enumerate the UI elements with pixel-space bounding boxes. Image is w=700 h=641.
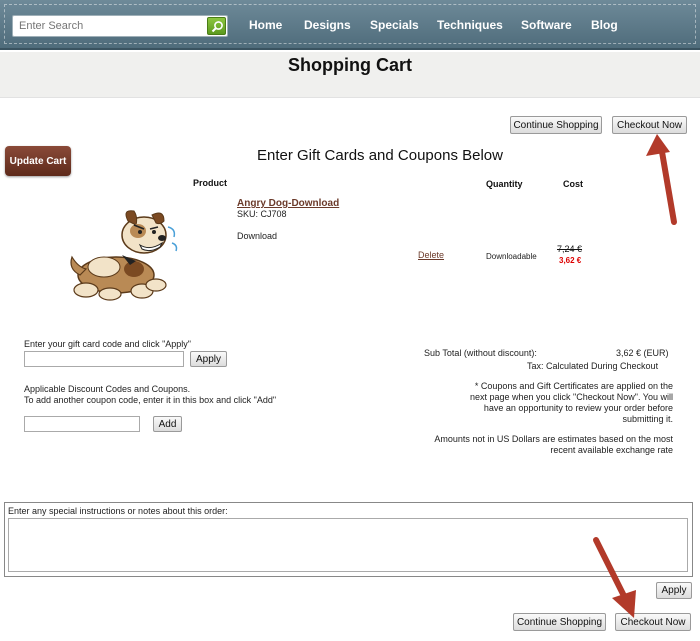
nav-home[interactable]: Home bbox=[249, 18, 282, 32]
product-sku: SKU: CJ708 bbox=[237, 209, 287, 219]
gift-card-label: Enter your gift card code and click "App… bbox=[24, 339, 191, 349]
product-type: Download bbox=[237, 231, 278, 241]
gift-coupons-heading: Enter Gift Cards and Coupons Below bbox=[257, 147, 503, 164]
search-icon bbox=[211, 21, 223, 33]
coupon-add-button[interactable]: Add bbox=[153, 416, 182, 432]
coupon-note-line: submitting it. bbox=[622, 414, 673, 424]
subtotal-label: Sub Total (without discount): bbox=[424, 348, 537, 358]
order-notes-textarea[interactable] bbox=[8, 518, 688, 572]
notes-apply-button[interactable]: Apply bbox=[656, 582, 692, 599]
nav-designs[interactable]: Designs bbox=[304, 18, 351, 32]
continue-shopping-button[interactable]: Continue Shopping bbox=[510, 116, 602, 134]
coupon-code-input[interactable] bbox=[24, 416, 140, 432]
gift-card-input[interactable] bbox=[24, 351, 184, 367]
top-navigation-bar: Home Designs Specials Techniques Softwar… bbox=[0, 0, 700, 50]
nav-blog[interactable]: Blog bbox=[591, 18, 618, 32]
gift-apply-button[interactable]: Apply bbox=[190, 351, 227, 367]
currency-note-line: recent available exchange rate bbox=[550, 445, 673, 455]
tax-info: Tax: Calculated During Checkout bbox=[527, 361, 659, 371]
checkout-now-button[interactable]: Checkout Now bbox=[612, 116, 687, 134]
product-name-link[interactable]: Angry Dog-Download bbox=[237, 198, 339, 209]
subtotal-value: 3,62 € (EUR) bbox=[616, 348, 669, 358]
nav-software[interactable]: Software bbox=[521, 18, 572, 32]
coupon-note: * Coupons and Gift Certificates are appl… bbox=[403, 381, 673, 425]
coupon-note-line: next page when you click "Checkout Now".… bbox=[469, 392, 673, 402]
product-thumbnail-angry-dog[interactable] bbox=[64, 205, 186, 301]
currency-note-line: Amounts not in US Dollars are estimates … bbox=[434, 434, 673, 444]
search-input[interactable] bbox=[13, 16, 203, 36]
cost-column-header: Cost bbox=[563, 179, 583, 189]
coupon-note-line: have an opportunity to review your order… bbox=[483, 403, 673, 413]
search-box bbox=[12, 15, 228, 37]
page-title: Shopping Cart bbox=[288, 55, 412, 75]
arrow-pointer-icon bbox=[593, 537, 636, 618]
discounted-price: 3,62 € bbox=[559, 256, 582, 265]
discount-codes-instructions: To add another coupon code, enter it in … bbox=[24, 395, 277, 405]
original-price: 7,24 € bbox=[557, 244, 583, 254]
item-quantity: Downloadable bbox=[486, 252, 537, 261]
delete-item-link[interactable]: Delete bbox=[418, 250, 444, 260]
discount-codes-label: Applicable Discount Codes and Coupons. bbox=[24, 384, 191, 394]
search-button[interactable] bbox=[207, 17, 226, 35]
order-notes-label: Enter any special instructions or notes … bbox=[8, 506, 228, 516]
coupon-note-line: * Coupons and Gift Certificates are appl… bbox=[474, 381, 673, 391]
nav-techniques[interactable]: Techniques bbox=[437, 18, 503, 32]
nav-specials[interactable]: Specials bbox=[370, 18, 419, 32]
product-column-header: Product bbox=[193, 178, 228, 188]
update-cart-button[interactable]: Update Cart bbox=[5, 146, 71, 176]
quantity-column-header: Quantity bbox=[486, 179, 523, 189]
currency-note: Amounts not in US Dollars are estimates … bbox=[383, 434, 673, 456]
arrow-pointer-icon bbox=[646, 134, 677, 225]
